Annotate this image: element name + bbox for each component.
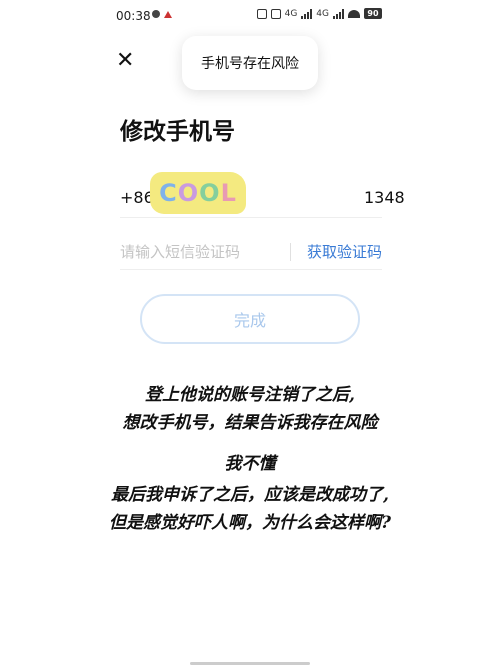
- caption-line-5: 但是感觉好吓人啊，为什么会这样啊?: [109, 513, 391, 533]
- get-code-button[interactable]: 获取验证码: [307, 241, 382, 262]
- home-indicator[interactable]: [190, 662, 310, 665]
- caption-line-3: 我不懂: [224, 454, 276, 474]
- risk-toast: 手机号存在风险: [182, 36, 318, 90]
- status-time: 00:38: [116, 9, 151, 23]
- page-title: 修改手机号: [120, 119, 235, 145]
- network-type-b: 4G: [316, 8, 329, 19]
- vibrate-icon: [270, 8, 281, 19]
- done-button[interactable]: 完成: [140, 294, 360, 344]
- notification-icons: [152, 10, 172, 18]
- sticker-text: COOL: [159, 179, 237, 207]
- message-notification-icon: [152, 10, 160, 18]
- close-icon[interactable]: ✕: [116, 50, 134, 72]
- verification-code-input[interactable]: [120, 240, 280, 264]
- phone-number-suffix: 1348: [364, 188, 405, 207]
- country-code: +86: [120, 188, 154, 207]
- caption-line-1: 登上他说的账号注销了之后,: [145, 385, 355, 405]
- field-divider: [290, 243, 291, 261]
- upload-notification-icon: [164, 11, 172, 18]
- phone-number-row: +86 COOL 1348: [120, 172, 405, 218]
- network-type-a: 4G: [284, 8, 298, 19]
- cool-sticker: COOL: [150, 172, 246, 214]
- wifi-icon: [348, 9, 360, 18]
- status-bar: 00:38 4G 4G 90: [0, 0, 500, 30]
- signal-icon: [301, 8, 313, 19]
- battery-icon: 90: [364, 8, 382, 19]
- signal-icon-2: [333, 8, 344, 19]
- verification-code-row: 获取验证码: [120, 234, 382, 270]
- caption-line-2: 想改手机号，结果告诉我存在风险: [122, 413, 378, 433]
- status-right-icons: 4G 4G 90: [256, 8, 382, 19]
- toast-text: 手机号存在风险: [201, 56, 299, 72]
- caption-line-4: 最后我申诉了之后，应该是改成功了,: [111, 485, 389, 505]
- alarm-icon: [256, 8, 267, 19]
